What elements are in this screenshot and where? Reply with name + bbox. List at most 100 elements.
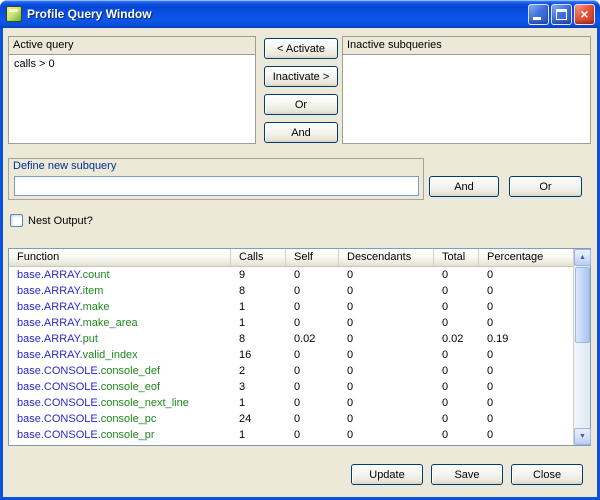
or-transfer-button[interactable]: Or [264,94,338,115]
value-cell: 0 [479,395,573,411]
value-cell: 2 [231,363,286,379]
value-cell: 0 [339,283,434,299]
table-row[interactable]: base.ARRAY.make10000 [9,299,573,315]
minimize-button[interactable] [528,4,549,25]
value-cell: 0 [339,427,434,443]
function-cell: base.ARRAY.make_area [9,315,231,331]
function-cell: base.ARRAY.count [9,267,231,283]
value-cell: 3 [231,379,286,395]
function-feature: count [83,269,110,281]
value-cell: 0 [434,347,479,363]
value-cell: 0 [434,299,479,315]
value-cell: 0 [434,267,479,283]
close-icon: × [575,5,594,24]
value-cell: 0 [434,379,479,395]
table-row[interactable]: base.ARRAY.valid_index160000 [9,347,573,363]
app-icon [6,6,22,22]
save-button[interactable]: Save [431,464,503,485]
table-row[interactable]: base.ARRAY.make_area10000 [9,315,573,331]
function-feature: valid_index [83,349,138,361]
inactive-subqueries-list[interactable] [343,54,590,143]
value-cell: 0 [434,411,479,427]
table-row[interactable]: base.ARRAY.put80.0200.020.19 [9,331,573,347]
value-cell: 1 [231,427,286,443]
function-cell: base.CONSOLE.console_def [9,363,231,379]
value-cell: 0 [286,283,339,299]
scroll-down-button[interactable]: ▼ [574,428,591,445]
profile-query-window: Profile Query Window × Active query call… [0,0,600,500]
value-cell: 0 [479,283,573,299]
value-cell: 8 [231,283,286,299]
value-cell: 1 [231,395,286,411]
function-feature: item [83,285,104,297]
query-item[interactable]: calls > 0 [9,55,255,71]
table-row[interactable]: base.CONSOLE.console_pr10000 [9,427,573,443]
function-qualifier: base.CONSOLE. [17,429,101,441]
value-cell: 9 [231,267,286,283]
function-cell: base.ARRAY.make [9,299,231,315]
value-cell: 0 [339,347,434,363]
value-cell: 0 [434,283,479,299]
window-controls: × [528,4,595,25]
scroll-up-button[interactable]: ▲ [574,249,591,266]
table-row[interactable]: base.ARRAY.item80000 [9,283,573,299]
inactivate-button[interactable]: Inactivate > [264,66,338,87]
value-cell: 0 [339,395,434,411]
table-row[interactable]: base.CONSOLE.console_pc240000 [9,411,573,427]
table-row[interactable]: base.CONSOLE.console_next_line10000 [9,395,573,411]
column-header-descendants[interactable]: Descendants [339,249,434,267]
table-row[interactable]: base.CONSOLE.console_def20000 [9,363,573,379]
nest-output-checkbox[interactable] [10,214,23,227]
value-cell: 0 [286,411,339,427]
column-header-self[interactable]: Self [286,249,339,267]
and-transfer-button[interactable]: And [264,122,338,143]
update-button[interactable]: Update [351,464,423,485]
function-qualifier: base.ARRAY. [17,349,83,361]
scrollbar-track[interactable] [574,266,591,428]
function-qualifier: base.ARRAY. [17,301,83,313]
maximize-button[interactable] [551,4,572,25]
table-row[interactable]: base.ARRAY.count90000 [9,267,573,283]
activate-button[interactable]: < Activate [264,38,338,59]
close-button[interactable]: × [574,4,595,25]
scrollbar-thumb[interactable] [575,267,590,343]
value-cell: 0 [339,299,434,315]
maximize-icon [556,9,567,20]
function-qualifier: base.ARRAY. [17,333,83,345]
close-dialog-button[interactable]: Close [511,464,583,485]
function-cell: base.CONSOLE.console_pr [9,427,231,443]
function-cell: base.ARRAY.item [9,283,231,299]
value-cell: 0 [434,395,479,411]
value-cell: 0 [339,411,434,427]
scroll-down-icon: ▼ [579,433,586,440]
active-query-list[interactable]: calls > 0 [9,54,255,143]
inactive-subqueries-panel: Inactive subqueries [342,36,591,144]
value-cell: 0 [286,427,339,443]
define-subquery-caption: Define new subquery [9,159,423,174]
value-cell: 1 [231,315,286,331]
window-title: Profile Query Window [27,7,152,21]
nest-output-label: Nest Output? [28,215,93,227]
or-button[interactable]: Or [509,176,582,197]
value-cell: 0.02 [434,331,479,347]
function-cell: base.CONSOLE.console_pc [9,411,231,427]
value-cell: 0 [339,331,434,347]
and-button[interactable]: And [429,176,499,197]
value-cell: 0 [479,315,573,331]
value-cell: 0 [286,267,339,283]
value-cell: 16 [231,347,286,363]
value-cell: 0 [286,379,339,395]
value-cell: 24 [231,411,286,427]
vertical-scrollbar[interactable]: ▲ ▼ [573,249,590,445]
titlebar[interactable]: Profile Query Window × [0,0,600,28]
column-header-function[interactable]: Function [9,249,231,267]
define-subquery-group: Define new subquery [8,158,424,200]
table-body: base.ARRAY.count90000base.ARRAY.item8000… [9,267,573,445]
table-row[interactable]: base.CONSOLE.console_eof30000 [9,379,573,395]
value-cell: 0 [339,379,434,395]
column-header-percentage[interactable]: Percentage [479,249,573,267]
column-header-total[interactable]: Total [434,249,479,267]
value-cell: 0 [434,427,479,443]
column-header-calls[interactable]: Calls [231,249,286,267]
subquery-input[interactable] [14,176,419,196]
